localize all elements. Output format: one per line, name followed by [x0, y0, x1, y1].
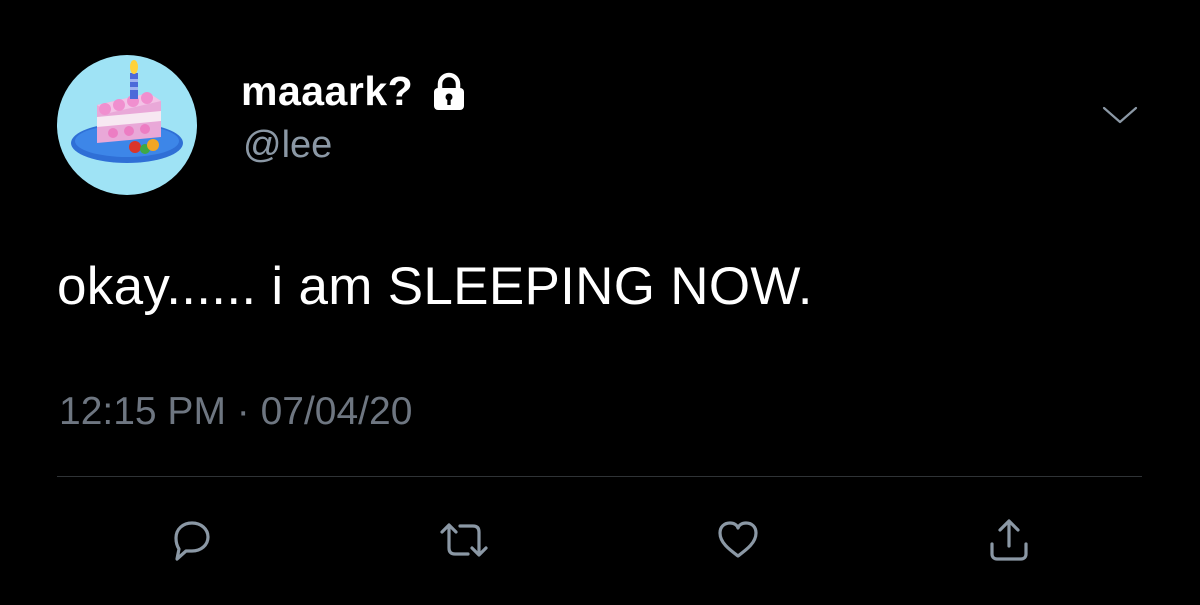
tweet-card: maaark? @lee okay...... i am SLEEPING NO…	[0, 0, 1200, 605]
retweet-icon	[440, 523, 488, 557]
share-button[interactable]	[979, 510, 1039, 570]
avatar[interactable]	[57, 55, 197, 195]
share-icon	[990, 519, 1028, 561]
user-handle[interactable]: @lee	[243, 124, 332, 167]
like-button[interactable]	[708, 510, 768, 570]
retweet-button[interactable]	[434, 510, 494, 570]
birthday-cake-icon	[71, 60, 183, 163]
tweet-timestamp[interactable]: 12:15 PM · 07/04/20	[59, 390, 412, 434]
reply-icon	[174, 521, 210, 561]
reply-button[interactable]	[162, 510, 222, 570]
tweet-text: okay...... i am SLEEPING NOW.	[57, 257, 813, 316]
display-name[interactable]: maaark?	[241, 68, 467, 115]
chevron-down-icon[interactable]	[1098, 100, 1142, 130]
lock-icon	[431, 72, 467, 112]
divider	[57, 476, 1142, 477]
display-name-text: maaark?	[241, 68, 414, 114]
heart-icon	[718, 521, 758, 558]
